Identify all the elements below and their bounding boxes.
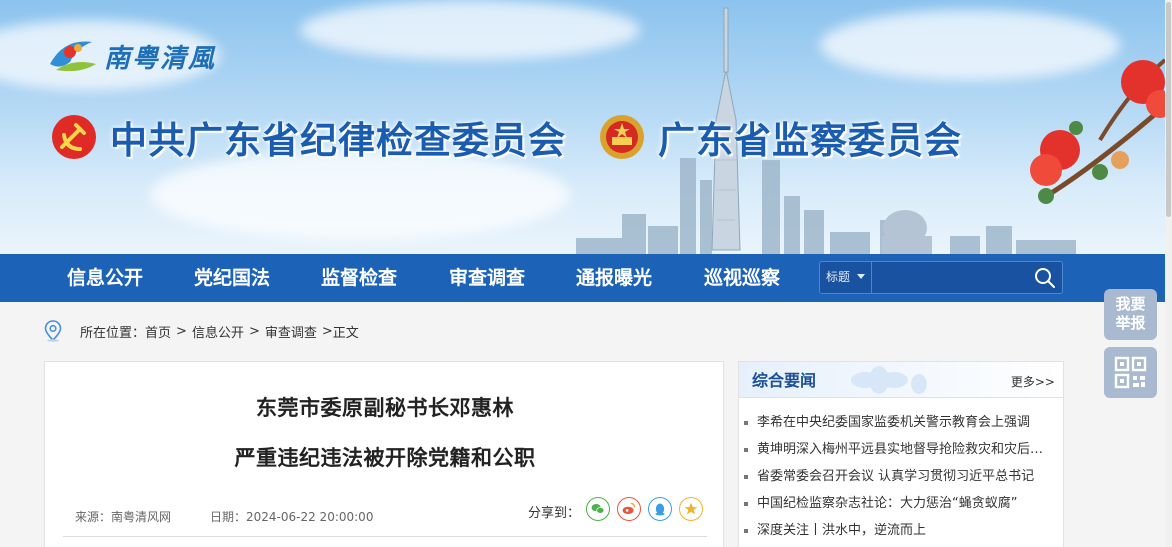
breadcrumb-separator: >: [176, 323, 187, 339]
qzone-icon[interactable]: [679, 497, 703, 521]
scrollbar-thumb[interactable]: [1166, 2, 1171, 217]
nav-item-info-disclosure[interactable]: 信息公开: [67, 254, 143, 302]
search-type-select[interactable]: 标题: [820, 262, 872, 293]
news-item[interactable]: 深度关注丨洪水中，逆流而上: [744, 519, 1054, 538]
search-box: 标题: [819, 261, 1063, 294]
location-pin-icon: [44, 320, 62, 342]
breadcrumb-investigation[interactable]: 审查调查: [265, 322, 317, 341]
site-logo[interactable]: 南粤清風: [46, 34, 216, 78]
breadcrumb-home[interactable]: 首页: [145, 322, 171, 341]
news-item[interactable]: 李希在中央纪委国家监委机关警示教育会上强调: [744, 411, 1054, 430]
header-banner: 南粤清風 中共广东省纪律检查委员会 广东省监察委员会: [0, 0, 1172, 254]
report-button[interactable]: 我要 举报: [1104, 289, 1157, 340]
caret-down-icon: [857, 274, 865, 279]
weibo-icon[interactable]: [617, 497, 641, 521]
org-name-discipline-commission: 中共广东省纪律检查委员会: [110, 119, 566, 162]
wechat-icon[interactable]: [586, 497, 610, 521]
breadcrumb-prefix: 所在位置：: [80, 325, 146, 341]
qq-icon[interactable]: [648, 497, 672, 521]
news-item[interactable]: 省委常委会召开会议 认真学习贯彻习近平总书记: [744, 465, 1054, 484]
news-sidebar: 综合要闻 更多>> 李希在中央纪委国家监委机关警示教育会上强调 黄坤明深入梅州平…: [738, 361, 1064, 547]
search-input[interactable]: [873, 262, 1031, 293]
nav-item-investigation[interactable]: 审查调查: [449, 254, 525, 302]
article-title-line1: 东莞市委原副秘书长邓惠林: [256, 396, 514, 420]
kapok-logo-icon: [50, 41, 96, 72]
sidebar-title: 综合要闻: [752, 371, 817, 390]
news-item[interactable]: 黄坤明深入梅州平远县实地督导抢险救灾和灾后恢复: [744, 438, 1054, 457]
nav-item-party-discipline[interactable]: 党纪国法: [194, 254, 270, 302]
share-label: 分享到：: [528, 506, 581, 521]
breadcrumb-separator: >: [321, 323, 333, 339]
article-source: 来源：南粤清风网: [75, 510, 172, 524]
org-title-row: 中共广东省纪律检查委员会 广东省监察委员会: [50, 110, 962, 164]
article-divider: [63, 536, 707, 537]
breadcrumb-current: 正文: [332, 325, 359, 341]
sidebar-header: 综合要闻 更多>>: [739, 362, 1063, 398]
org-name-supervision-commission: 广东省监察委员会: [658, 119, 962, 162]
qr-code-button[interactable]: [1104, 347, 1157, 398]
article-date: 日期：2024-06-22 20:00:00: [210, 510, 374, 524]
breadcrumb: 所在位置： 首页 > 信息公开 > 审查调查 > 正文: [44, 318, 359, 344]
nav-item-inspection[interactable]: 巡视巡察: [704, 254, 780, 302]
party-emblem-icon: [52, 115, 96, 159]
logo-text: 南粤清風: [104, 43, 217, 74]
search-type-label: 标题: [826, 270, 851, 284]
search-icon[interactable]: [1034, 267, 1056, 289]
breadcrumb-info-disclosure[interactable]: 信息公开: [192, 322, 244, 341]
nav-item-exposure[interactable]: 通报曝光: [576, 254, 652, 302]
article-title-line2: 严重违纪违法被开除党籍和公职: [234, 446, 536, 470]
article-panel: 东莞市委原副秘书长邓惠林 严重违纪违法被开除党籍和公职 来源：南粤清风网 日期：…: [44, 361, 724, 547]
news-item[interactable]: 中国纪检监察杂志社论：大力惩治“蝇贪蚁腐”: [744, 492, 1054, 511]
sidebar-more-link[interactable]: 更多>>: [1011, 373, 1055, 390]
flower-watermark-icon: [851, 366, 927, 394]
breadcrumb-separator: >: [248, 323, 260, 339]
nav-item-supervision[interactable]: 监督检查: [321, 254, 397, 302]
national-emblem-icon: [600, 115, 644, 159]
qr-code-icon: [1114, 356, 1147, 389]
